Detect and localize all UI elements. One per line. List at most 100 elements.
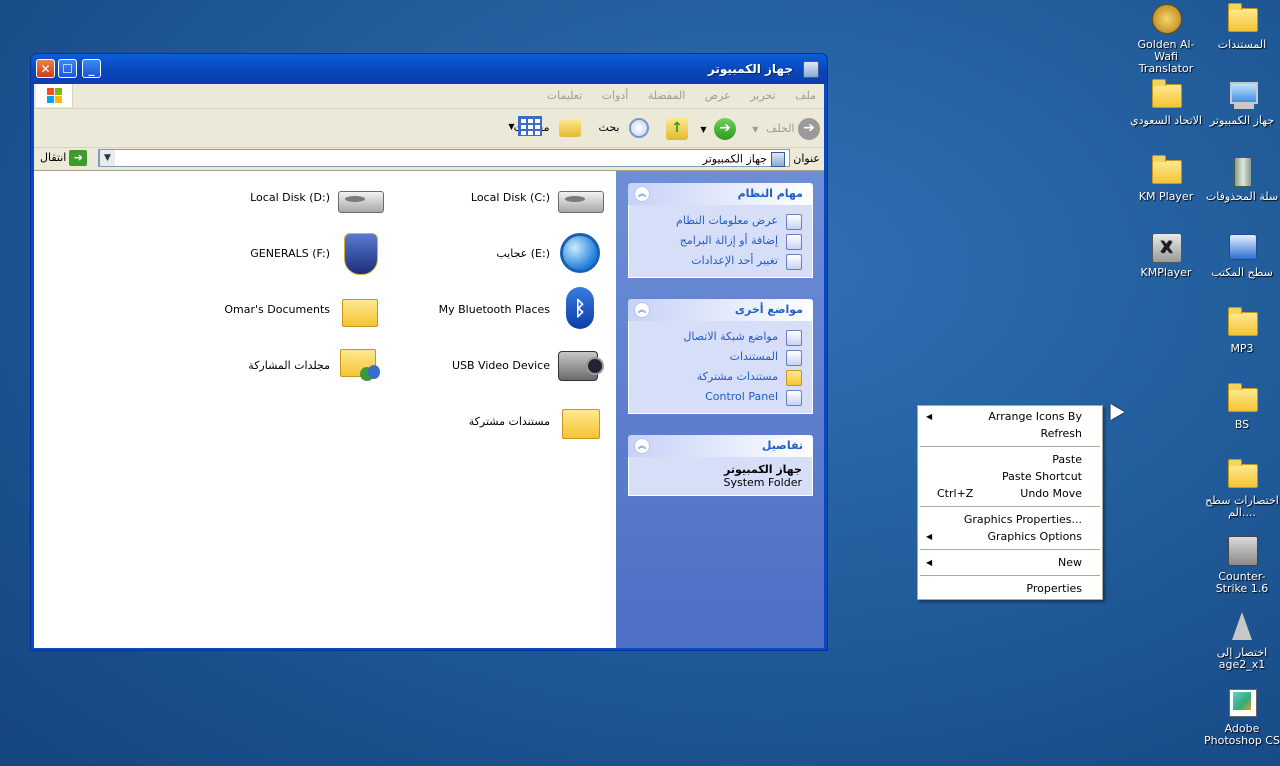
system-tasks-header[interactable]: مهام النظام ︽ bbox=[628, 183, 813, 205]
documents-folder-icon bbox=[1225, 2, 1259, 36]
link-view-system-info[interactable]: عرض معلومات النظام bbox=[629, 211, 812, 231]
list-item-usb-video-device[interactable]: USB Video Device bbox=[394, 343, 612, 393]
menu-item-paste[interactable]: Paste bbox=[918, 451, 1102, 468]
views-dropdown-icon: ▼ bbox=[508, 122, 515, 131]
link-documents[interactable]: المستندات bbox=[629, 347, 812, 367]
desktop-item-translator[interactable]: Golden Al-Wafi Translator bbox=[1128, 2, 1204, 75]
desktop-item-photoshop[interactable]: Adobe Photoshop CS bbox=[1204, 686, 1280, 747]
shared-folder-icon bbox=[336, 343, 384, 391]
details-name: جهاز الكمبيوتر bbox=[723, 463, 802, 476]
forward-button[interactable]: ➔ ▼ bbox=[700, 118, 736, 140]
menu-favorites[interactable]: المفضلة bbox=[648, 89, 685, 102]
folder-icon bbox=[1225, 306, 1259, 340]
forward-arrow-icon: ➔ bbox=[714, 118, 736, 140]
menu-item-label: Paste bbox=[1052, 453, 1082, 466]
back-dropdown-icon[interactable]: ▼ bbox=[752, 125, 758, 134]
folder-icon bbox=[1225, 382, 1259, 416]
folder-icon bbox=[1149, 78, 1183, 112]
my-computer-window[interactable]: ✕ ☐ _ جهاز الكمبيوتر ملف تحرير عرض المفض… bbox=[30, 53, 828, 651]
menu-item-paste-shortcut[interactable]: Paste Shortcut bbox=[918, 468, 1102, 485]
menu-item-label: Paste Shortcut bbox=[1001, 470, 1082, 483]
menu-item-label: Graphics Options bbox=[987, 530, 1082, 543]
desktop-item-label: اختصارات سطح الم.... bbox=[1205, 494, 1279, 519]
search-label: بحث bbox=[598, 121, 620, 134]
desktop-item-desktop-shortcuts[interactable]: اختصارات سطح الم.... bbox=[1204, 458, 1280, 519]
details-type: System Folder bbox=[723, 476, 802, 489]
address-dropdown-icon[interactable]: ▼ bbox=[99, 150, 115, 166]
desktop-item-counter-strike[interactable]: Counter-Strike 1.6 bbox=[1204, 534, 1280, 595]
bluetooth-icon: ᛒ bbox=[556, 287, 604, 335]
menu-item-new[interactable]: ◀ New bbox=[918, 554, 1102, 571]
link-network-places[interactable]: مواضع شبكة الاتصال bbox=[629, 327, 812, 347]
menu-edit[interactable]: تحرير bbox=[750, 89, 775, 102]
menu-tools[interactable]: أدوات bbox=[602, 89, 629, 102]
menu-item-graphics-options[interactable]: ◀ Graphics Options bbox=[918, 528, 1102, 545]
link-change-setting[interactable]: تغيير أحد الإعدادات bbox=[629, 251, 812, 271]
list-item-omars-documents[interactable]: Omar's Documents bbox=[174, 287, 392, 337]
collapse-chevron-icon[interactable]: ︽ bbox=[634, 186, 650, 202]
windows-logo bbox=[36, 84, 73, 107]
menu-view[interactable]: عرض bbox=[705, 89, 731, 102]
menu-file[interactable]: ملف bbox=[795, 89, 816, 102]
link-shared-documents[interactable]: مستندات مشتركة bbox=[629, 367, 812, 387]
back-button[interactable]: ➔ الخلف ▼ bbox=[752, 118, 820, 140]
maximize-button[interactable]: ☐ bbox=[58, 59, 77, 78]
minimize-button[interactable]: _ bbox=[82, 59, 101, 78]
list-item-generals-f[interactable]: GENERALS (F:) bbox=[174, 231, 392, 281]
other-places-panel: مواضع أخرى ︽ مواضع شبكة الاتصال المستندا… bbox=[628, 299, 813, 414]
list-item-bluetooth-places[interactable]: My Bluetooth Places ᛒ bbox=[394, 287, 612, 337]
desktop-item-recycle-bin[interactable]: سلة المحذوفات bbox=[1204, 154, 1280, 203]
desktop-item-age2[interactable]: اختصار إلى age2_x1 bbox=[1204, 610, 1280, 671]
desktop-item-documents[interactable]: المستندات bbox=[1204, 2, 1280, 51]
search-icon bbox=[629, 118, 649, 138]
search-button[interactable]: بحث bbox=[599, 118, 649, 138]
menu-item-undo-move[interactable]: Ctrl+Z Undo Move bbox=[918, 485, 1102, 502]
menu-item-refresh[interactable]: Refresh bbox=[918, 425, 1102, 442]
system-tasks-panel: مهام النظام ︽ عرض معلومات النظام إضافة أ… bbox=[628, 183, 813, 278]
details-panel: تفاصيل ︽ جهاز الكمبيوتر System Folder bbox=[628, 435, 813, 496]
desktop-item-desktop[interactable]: سطح المكتب bbox=[1204, 230, 1280, 279]
windows-flag-icon bbox=[47, 88, 63, 104]
address-input[interactable]: جهاز الكمبيوتر ▼ bbox=[98, 149, 790, 167]
up-button[interactable]: ↑ bbox=[666, 118, 688, 140]
desktop-item-bs[interactable]: BS bbox=[1204, 382, 1280, 431]
desktop-context-menu: ◀ Arrange Icons By Refresh Paste Paste S… bbox=[917, 405, 1103, 600]
desktop-item-km-player-folder[interactable]: KM Player bbox=[1128, 154, 1204, 203]
link-add-remove-programs[interactable]: إضافة أو إزالة البرامج bbox=[629, 231, 812, 251]
menu-item-graphics-properties[interactable]: Graphics Properties... bbox=[918, 511, 1102, 528]
panel-title: تفاصيل bbox=[761, 439, 803, 452]
desktop-item-mp3[interactable]: MP3 bbox=[1204, 306, 1280, 355]
desktop-item-saudi-union[interactable]: الاتحاد السعودي bbox=[1128, 78, 1204, 127]
desktop-item-label: Golden Al-Wafi Translator bbox=[1137, 38, 1195, 75]
menu-bar: ملف تحرير عرض المفضلة أدوات تعليمات bbox=[34, 84, 824, 109]
my-computer-icon bbox=[803, 61, 819, 78]
collapse-chevron-icon[interactable]: ︽ bbox=[634, 302, 650, 318]
link-control-panel[interactable]: Control Panel bbox=[629, 387, 812, 407]
list-item-local-disk-d[interactable]: Local Disk (D:) bbox=[174, 175, 392, 225]
menu-item-arrange-icons[interactable]: ◀ Arrange Icons By bbox=[918, 408, 1102, 425]
add-remove-programs-icon bbox=[786, 234, 802, 250]
collapse-chevron-icon[interactable]: ︽ bbox=[634, 438, 650, 454]
list-item-drive-e[interactable]: عجايب (E:) bbox=[394, 231, 612, 281]
menu-item-properties[interactable]: Properties bbox=[918, 580, 1102, 597]
close-button[interactable]: ✕ bbox=[36, 59, 55, 78]
back-arrow-icon: ➔ bbox=[798, 118, 820, 140]
list-item-shared-documents[interactable]: مستندات مشتركة bbox=[394, 399, 612, 449]
desktop-item-kmplayer[interactable]: X KMPlayer bbox=[1128, 230, 1204, 279]
go-button[interactable]: ➜انتقال bbox=[40, 150, 88, 166]
control-panel-icon bbox=[786, 254, 802, 270]
item-label: Local Disk (C:) bbox=[470, 191, 550, 204]
list-item-local-disk-c[interactable]: Local Disk (C:) bbox=[394, 175, 612, 225]
forward-dropdown-icon[interactable]: ▼ bbox=[700, 125, 706, 134]
desktop-item-my-computer[interactable]: جهاز الكمبيوتر bbox=[1204, 78, 1280, 127]
menu-help[interactable]: تعليمات bbox=[547, 89, 582, 102]
list-item-shared-folders[interactable]: مجلدات المشاركة bbox=[174, 343, 392, 393]
details-header[interactable]: تفاصيل ︽ bbox=[628, 435, 813, 457]
go-label: انتقال bbox=[40, 151, 67, 164]
title-bar[interactable]: ✕ ☐ _ جهاز الكمبيوتر bbox=[31, 54, 827, 84]
submenu-arrow-icon: ◀ bbox=[926, 558, 933, 567]
views-button[interactable]: ▼ bbox=[506, 116, 542, 136]
other-places-header[interactable]: مواضع أخرى ︽ bbox=[628, 299, 813, 321]
recycle-bin-icon bbox=[1225, 154, 1259, 188]
item-label: مجلدات المشاركة bbox=[248, 359, 330, 372]
